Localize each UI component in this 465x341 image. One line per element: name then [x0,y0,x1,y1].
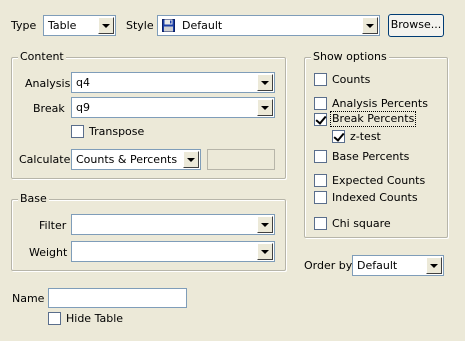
base-percents-checkbox[interactable] [314,150,327,163]
style-select-value: Default [182,19,223,32]
break-percents-checkbox[interactable] [314,113,327,126]
name-label: Name [12,292,45,305]
calculate-extra-field [207,149,275,170]
z-test-checkbox[interactable] [332,130,345,143]
analysis-label: Analysis [25,77,71,90]
hide-table-label: Hide Table [66,312,124,325]
break-label: Break [33,102,65,115]
type-select-value: Table [48,19,77,32]
base-group-title: Base [18,192,49,206]
expected-counts-checkbox[interactable] [314,174,327,187]
order-by-select[interactable]: Default [352,255,444,276]
analysis-percents-checkbox[interactable] [314,97,327,110]
chi-square-label: Chi square [332,217,391,230]
calculate-select-value: Counts & Percents [76,153,178,166]
z-test-label: z-test [350,130,381,143]
chevron-down-icon[interactable] [183,151,199,168]
break-select[interactable]: q9 [71,97,275,118]
style-select[interactable]: Default [157,15,380,36]
name-field[interactable] [48,288,187,308]
type-label: Type [11,19,37,32]
chevron-down-icon[interactable] [257,216,273,233]
chevron-down-icon[interactable] [426,257,442,274]
browse-button[interactable]: Browse... [388,14,444,37]
expected-counts-label: Expected Counts [332,174,426,187]
hide-table-checkbox[interactable] [48,312,61,325]
break-percents-label: Break Percents [329,111,417,127]
floppy-disk-icon [162,19,175,32]
filter-select[interactable] [71,214,275,235]
order-by-label: Order by [304,259,353,272]
transpose-label: Transpose [89,125,145,138]
base-percents-label: Base Percents [332,150,410,163]
chevron-down-icon[interactable] [257,99,273,116]
calculate-label: Calculate [19,153,71,166]
show-options-group-title: Show options [311,50,389,64]
transpose-checkbox[interactable] [71,125,84,138]
content-group-title: Content [18,50,66,64]
calculate-select[interactable]: Counts & Percents [71,149,201,170]
filter-label: Filter [39,219,67,232]
chevron-down-icon[interactable] [362,17,378,34]
counts-label: Counts [332,73,371,86]
break-select-value: q9 [76,101,90,114]
analysis-select-value: q4 [76,76,90,89]
indexed-counts-label: Indexed Counts [332,191,418,204]
weight-label: Weight [29,246,68,259]
style-label: Style [126,19,154,32]
chi-square-checkbox[interactable] [314,217,327,230]
chevron-down-icon[interactable] [257,243,273,260]
analysis-select[interactable]: q4 [71,72,275,93]
chevron-down-icon[interactable] [257,74,273,91]
weight-select[interactable] [71,241,275,262]
order-by-select-value: Default [357,259,398,272]
analysis-percents-label: Analysis Percents [332,97,428,110]
type-select[interactable]: Table [43,15,116,36]
counts-checkbox[interactable] [314,73,327,86]
indexed-counts-checkbox[interactable] [314,191,327,204]
chevron-down-icon[interactable] [98,17,114,34]
